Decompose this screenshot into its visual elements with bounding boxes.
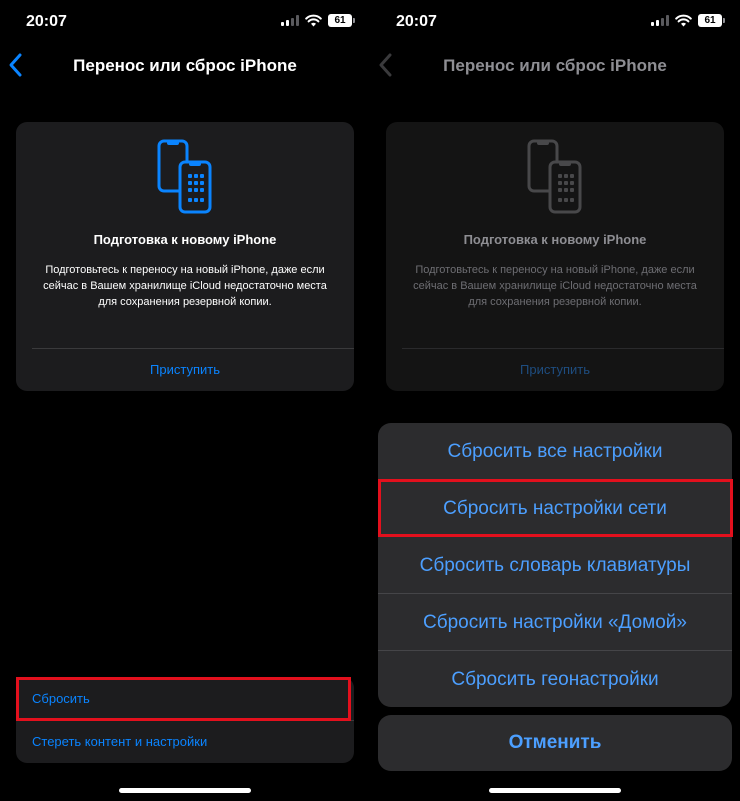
card-title: Подготовка к новому iPhone — [463, 232, 647, 247]
home-indicator[interactable] — [489, 788, 621, 793]
reset-location-privacy-button[interactable]: Сбросить геонастройки — [378, 651, 732, 707]
card-description: Подготовьтесь к переносу на новый iPhone… — [413, 264, 697, 308]
battery-icon: 61 — [698, 14, 725, 27]
status-bar: 20:07 61 — [370, 0, 740, 44]
right-screen: 20:07 61 Перенос или сброс iPhone Подгот… — [370, 0, 740, 801]
wifi-icon — [305, 14, 322, 27]
card-title: Подготовка к новому iPhone — [93, 232, 277, 247]
nav-bar: Перенос или сброс iPhone — [0, 46, 370, 86]
status-time: 20:07 — [26, 13, 67, 30]
phones-transfer-icon — [527, 139, 582, 214]
home-indicator[interactable] — [119, 788, 251, 793]
reset-all-settings-button[interactable]: Сбросить все настройки — [378, 423, 732, 480]
signal-icon — [651, 15, 669, 26]
status-icons: 61 — [281, 14, 355, 27]
nav-bar: Перенос или сброс iPhone — [370, 46, 740, 86]
page-title: Перенос или сброс iPhone — [443, 56, 667, 75]
status-time: 20:07 — [396, 13, 437, 30]
reset-action-sheet: Сбросить все настройки Сбросить настройк… — [378, 423, 732, 707]
battery-icon: 61 — [328, 14, 355, 27]
signal-icon — [281, 15, 299, 26]
highlight-box-reset — [16, 677, 351, 721]
card-description: Подготовьтесь к переносу на новый iPhone… — [43, 264, 327, 308]
start-button[interactable]: Приступить — [16, 362, 354, 377]
reset-keyboard-dictionary-button[interactable]: Сбросить словарь клавиатуры — [378, 537, 732, 594]
prepare-card: Подготовка к новому iPhone Подготовьтесь… — [386, 122, 724, 391]
status-bar: 20:07 61 — [0, 0, 370, 44]
card-divider — [32, 348, 354, 349]
start-button: Приступить — [520, 362, 590, 377]
phones-transfer-icon — [157, 139, 212, 214]
page-title: Перенос или сброс iPhone — [73, 56, 297, 75]
status-icons: 61 — [651, 14, 725, 27]
highlight-box-network — [378, 479, 733, 537]
wifi-icon — [675, 14, 692, 27]
reset-home-screen-button[interactable]: Сбросить настройки «Домой» — [378, 594, 732, 651]
cancel-button[interactable]: Отменить — [378, 715, 732, 771]
left-screen: 20:07 61 Перенос или сброс iPhone Подгот… — [0, 0, 370, 801]
prepare-card: Подготовка к новому iPhone Подготовьтесь… — [16, 122, 354, 391]
erase-all-button[interactable]: Стереть контент и настройки — [16, 720, 354, 763]
card-divider — [402, 348, 724, 349]
